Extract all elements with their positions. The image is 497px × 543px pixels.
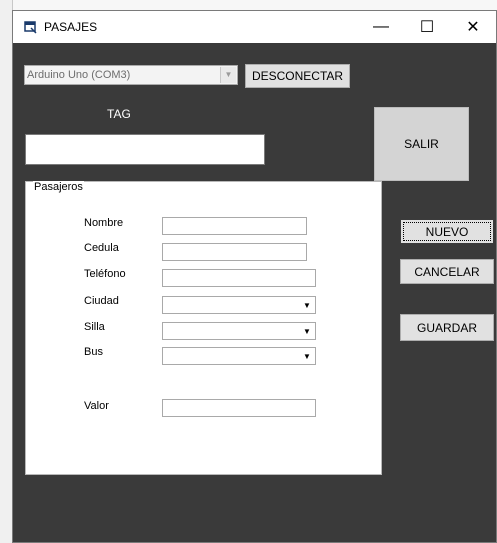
- telefono-input[interactable]: [162, 269, 316, 287]
- new-button-label: NUEVO: [425, 224, 469, 239]
- tag-label: TAG: [107, 107, 131, 121]
- chevron-down-icon: ▼: [220, 67, 236, 83]
- pasajeros-legend: Pasajeros: [33, 181, 84, 193]
- save-button[interactable]: GUARDAR: [400, 314, 494, 341]
- chevron-down-icon: ▼: [303, 326, 311, 336]
- port-select[interactable]: Arduino Uno (COM3) ▼: [24, 65, 238, 85]
- exit-button[interactable]: SALIR: [374, 107, 469, 181]
- cedula-label: Cedula: [84, 242, 119, 254]
- window-title: PASAJES: [44, 20, 98, 34]
- silla-label: Silla: [84, 321, 105, 333]
- cancel-button[interactable]: CANCELAR: [400, 259, 494, 284]
- tag-input[interactable]: [25, 134, 265, 165]
- minimize-button[interactable]: —: [358, 11, 404, 43]
- close-icon: ✕: [466, 19, 480, 36]
- disconnect-button-label: DESCONECTAR: [251, 69, 344, 83]
- pasajeros-groupbox: Pasajeros Nombre Cedula Teléfono Ciudad …: [25, 181, 382, 475]
- app-window-icon: [24, 21, 37, 34]
- ciudad-label: Ciudad: [84, 295, 119, 307]
- maximize-icon: ☐: [419, 19, 435, 36]
- save-button-label: GUARDAR: [416, 320, 477, 335]
- disconnect-button[interactable]: DESCONECTAR: [245, 64, 350, 88]
- maximize-button[interactable]: ☐: [404, 11, 450, 43]
- port-select-value: Arduino Uno (COM3): [27, 69, 131, 81]
- cancel-button-label: CANCELAR: [414, 264, 480, 279]
- bus-label: Bus: [84, 346, 103, 358]
- valor-label: Valor: [84, 400, 109, 412]
- chevron-down-icon: ▼: [303, 351, 311, 361]
- nombre-input[interactable]: [162, 217, 307, 235]
- cedula-input[interactable]: [162, 243, 307, 261]
- title-bar[interactable]: PASAJES — ☐ ✕: [13, 11, 496, 43]
- valor-input[interactable]: [162, 399, 316, 417]
- telefono-label: Teléfono: [84, 268, 126, 280]
- pasajes-window: PASAJES — ☐ ✕ Arduino Uno (COM3) ▼ DESCO…: [12, 10, 497, 543]
- minimize-icon: —: [373, 18, 389, 35]
- close-button[interactable]: ✕: [450, 11, 496, 43]
- exit-button-label: SALIR: [404, 137, 439, 151]
- new-button[interactable]: NUEVO: [400, 219, 494, 244]
- chevron-down-icon: ▼: [303, 300, 311, 310]
- silla-select[interactable]: ▼: [162, 322, 316, 340]
- bus-select[interactable]: ▼: [162, 347, 316, 365]
- ciudad-select[interactable]: ▼: [162, 296, 316, 314]
- nombre-label: Nombre: [84, 217, 124, 229]
